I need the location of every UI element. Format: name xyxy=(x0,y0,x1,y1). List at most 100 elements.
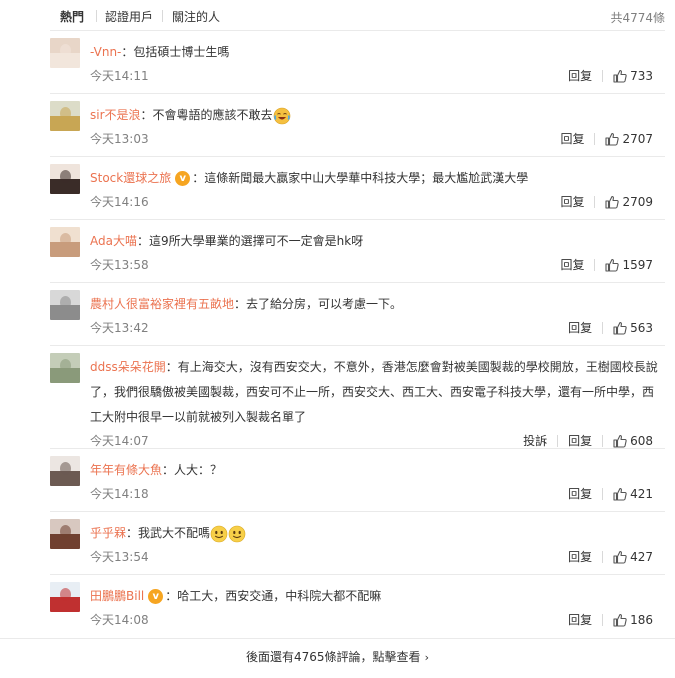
like-button[interactable]: 563 xyxy=(613,320,653,335)
more-comments-bar: 後面還有4765條評論，點擊查看 › xyxy=(0,638,675,674)
avatar[interactable] xyxy=(50,519,80,549)
comment-actions: 回复 2707 xyxy=(560,130,653,147)
action-separator xyxy=(602,69,604,82)
username-link[interactable]: ddss朵朵花開 xyxy=(90,360,166,374)
comment-item: 田鵬鵬Bill v ：哈工大，西安交通，中科院大都不配嘛 今天14:08 回复 186 xyxy=(0,575,675,638)
comment-actions: 投訴 回复 608 xyxy=(523,432,653,449)
smile-emoji xyxy=(210,525,228,543)
action-separator xyxy=(602,550,604,563)
avatar[interactable] xyxy=(50,101,80,131)
more-comments-link[interactable]: 後面還有4765條評論，點擊查看 › xyxy=(246,650,429,664)
comment-time: 今天13:03 xyxy=(90,132,149,146)
comment-actions: 回复 563 xyxy=(568,319,653,336)
username-link[interactable]: Ada大喵 xyxy=(90,234,137,248)
tab-separator xyxy=(162,10,163,22)
action-separator xyxy=(557,434,559,447)
like-button[interactable]: 427 xyxy=(613,549,653,564)
more-comments-label: 後面還有4765條評論，點擊查看 xyxy=(246,650,421,664)
avatar[interactable] xyxy=(50,353,80,383)
thumbs-up-icon xyxy=(613,550,627,564)
like-button[interactable]: 186 xyxy=(613,612,653,627)
reply-button[interactable]: 回复 xyxy=(568,432,592,449)
comment-text-block: 田鵬鵬Bill v ：哈工大，西安交通，中科院大都不配嘛 xyxy=(90,584,665,609)
comment-text-block: Ada大喵：這9所大學畢業的選擇可不一定會是hk呀 xyxy=(90,229,665,254)
tab-hot[interactable]: 熱門 xyxy=(60,8,84,25)
colon-separator: ： xyxy=(136,234,149,248)
like-count: 186 xyxy=(630,612,653,627)
comment-item: 年年有條大魚：人大：？ 今天14:18 回复 421 xyxy=(0,449,675,512)
comment-time: 今天13:42 xyxy=(90,321,149,335)
comment-body: 包括碩士博士生嗎 xyxy=(133,45,230,59)
reply-button[interactable]: 回复 xyxy=(568,611,592,628)
report-button[interactable]: 投訴 xyxy=(523,432,547,449)
like-button[interactable]: 2707 xyxy=(605,131,653,146)
comment-text-block: 年年有條大魚：人大：？ xyxy=(90,458,665,483)
action-separator xyxy=(594,258,596,271)
thumbs-up-icon xyxy=(613,487,627,501)
avatar[interactable] xyxy=(50,38,80,68)
username-link[interactable]: 年年有條大魚 xyxy=(90,463,162,477)
like-button[interactable]: 2709 xyxy=(605,194,653,209)
comment-actions: 回复 2709 xyxy=(560,193,653,210)
like-button[interactable]: 1597 xyxy=(605,257,653,272)
reply-button[interactable]: 回复 xyxy=(560,130,584,147)
reply-button[interactable]: 回复 xyxy=(568,319,592,336)
reply-button[interactable]: 回复 xyxy=(560,256,584,273)
colon-separator: ： xyxy=(162,463,175,477)
action-separator xyxy=(602,487,604,500)
comment-text-block: Stock還球之旅 v ：這條新聞最大贏家中山大學華中科技大學；最大尷尬武漢大學 xyxy=(90,166,665,191)
comment-body: 不會粵語的應該不敢去 xyxy=(152,108,273,122)
username-link[interactable]: -Vnn- xyxy=(90,45,121,59)
thumbs-up-icon xyxy=(613,69,627,83)
comment-time: 今天13:54 xyxy=(90,550,149,564)
comment-time: 今天14:18 xyxy=(90,487,149,501)
action-separator xyxy=(602,321,604,334)
username-link[interactable]: Stock還球之旅 xyxy=(90,171,171,185)
smile-emoji xyxy=(228,525,246,543)
thumbs-up-icon xyxy=(605,195,620,209)
action-separator xyxy=(594,132,596,145)
comment-time: 今天14:16 xyxy=(90,195,149,209)
comment-time: 今天14:11 xyxy=(90,69,149,83)
username-link[interactable]: 田鵬鵬Bill xyxy=(90,589,144,603)
avatar[interactable] xyxy=(50,290,80,320)
like-count: 733 xyxy=(630,68,653,83)
tab-followed[interactable]: 關注的人 xyxy=(172,8,220,25)
comment-actions: 回复 733 xyxy=(568,67,653,84)
avatar[interactable] xyxy=(50,227,80,257)
avatar[interactable] xyxy=(50,164,80,194)
like-count: 1597 xyxy=(622,257,653,272)
like-button[interactable]: 608 xyxy=(613,433,653,448)
username-link[interactable]: 農村人很富裕家裡有五畝地 xyxy=(90,297,234,311)
colon-separator: ： xyxy=(234,297,247,311)
comment-time: 今天13:58 xyxy=(90,258,149,272)
like-button[interactable]: 733 xyxy=(613,68,653,83)
comment-body: 這條新聞最大贏家中山大學華中科技大學；最大尷尬武漢大學 xyxy=(204,171,529,185)
username-link[interactable]: 乎乎槑 xyxy=(90,526,126,540)
comment-item: 農村人很富裕家裡有五畝地：去了給分房，可以考慮一下。 今天13:42 回复 563 xyxy=(0,283,675,346)
comment-text-block: 乎乎槑：我武大不配嗎 xyxy=(90,521,665,546)
total-comment-count: 共4774條 xyxy=(610,11,665,25)
action-separator xyxy=(602,613,604,626)
comment-body: 我武大不配嗎 xyxy=(138,526,211,540)
reply-button[interactable]: 回复 xyxy=(568,548,592,565)
reply-button[interactable]: 回复 xyxy=(560,193,584,210)
colon-separator: ： xyxy=(126,526,139,540)
chevron-right-icon: › xyxy=(424,651,429,664)
avatar[interactable] xyxy=(50,582,80,612)
verified-badge-icon: v xyxy=(148,589,164,604)
colon-separator: ： xyxy=(165,589,178,603)
like-count: 421 xyxy=(630,486,653,501)
comment-actions: 回复 186 xyxy=(568,611,653,628)
avatar[interactable] xyxy=(50,456,80,486)
like-count: 2707 xyxy=(622,131,653,146)
tab-verified-users[interactable]: 認證用戶 xyxy=(105,8,153,25)
comment-body: 這9所大學畢業的選擇可不一定會是hk呀 xyxy=(149,234,364,248)
username-link[interactable]: sir不是浪 xyxy=(90,108,141,122)
reply-button[interactable]: 回复 xyxy=(568,67,592,84)
colon-separator: ： xyxy=(140,108,153,122)
comment-text-block: ddss朵朵花開：有上海交大，沒有西安交大，不意外，香港怎麼會對被美國製裁的學校… xyxy=(90,355,665,430)
like-button[interactable]: 421 xyxy=(613,486,653,501)
comment-item: sir不是浪：不會粵語的應該不敢去 今天13:03 回复 2707 xyxy=(0,94,675,157)
reply-button[interactable]: 回复 xyxy=(568,485,592,502)
